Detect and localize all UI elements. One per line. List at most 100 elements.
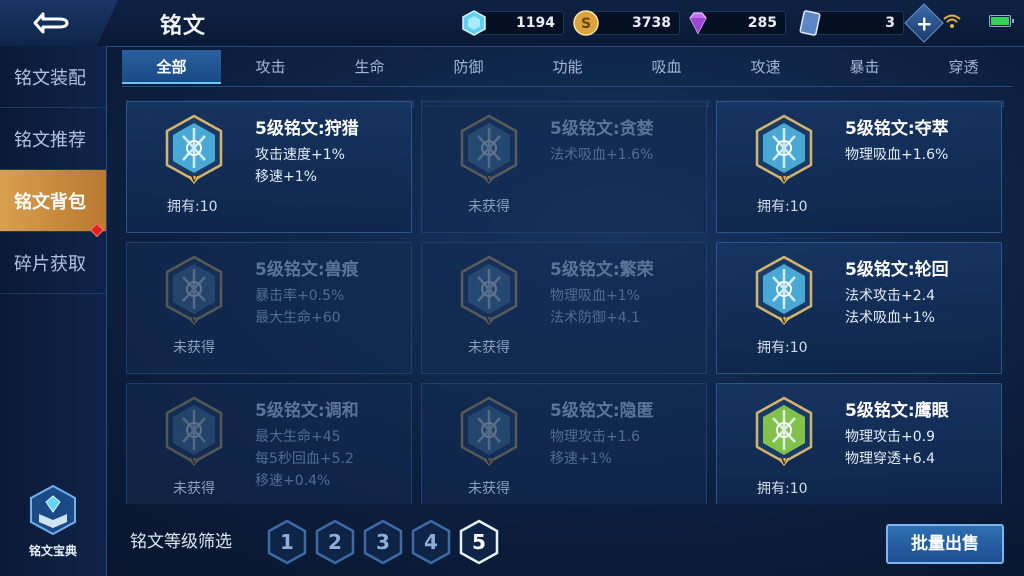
inscription-name: 5级铭文:轮回 [845, 260, 949, 280]
inscription-name: 5级铭文:贪婪 [550, 119, 654, 139]
not-obtained-label: 未获得 [468, 481, 510, 497]
bulk-sell-button[interactable]: 批量出售 [886, 524, 1004, 564]
owned-count: 拥有:10 [757, 340, 808, 356]
sidebar-item-label: 碎片获取 [14, 253, 86, 275]
inscription-card[interactable]: V 5级铭文:夺萃物理吸血+1.6% 拥有:10 [716, 101, 1002, 233]
wifi-icon [943, 14, 961, 28]
gem-level-mark: V [190, 174, 198, 184]
tab-all[interactable]: 全部 [122, 50, 221, 84]
inscription-attribute: 最大生命+45 [255, 429, 341, 445]
tab-utility[interactable]: 功能 [518, 50, 617, 84]
inscription-card[interactable]: V 5级铭文:狩猎攻击速度+1% 移速+1% 拥有:10 [126, 101, 412, 233]
gem-level-mark: V [780, 174, 788, 184]
inscription-attribute: 每5秒回血+5.2 [255, 451, 354, 467]
gem-level-mark: V [485, 456, 493, 466]
not-obtained-label: 未获得 [173, 340, 215, 356]
owned-count: 拥有:10 [167, 199, 218, 215]
inscription-attribute: 物理攻击+0.9 [845, 429, 935, 445]
add-resource-button[interactable]: + [904, 3, 944, 43]
inscription-attribute: 攻击速度+1% [255, 147, 345, 163]
codex-label: 铭文宝典 [28, 544, 77, 558]
page-title: 铭文 [160, 14, 207, 39]
tab-penetration[interactable]: 穿透 [914, 50, 1013, 84]
gold-coin-icon: S [573, 10, 599, 36]
inscription-gem-icon: V [755, 255, 813, 325]
inscription-card[interactable]: V 5级铭文:调和最大生命+45 每5秒回血+5.2 移速+0.4% 未获得 [126, 383, 412, 504]
inscription-name: 5级铭文:兽痕 [255, 260, 359, 280]
inscription-attribute: 移速+1% [255, 169, 317, 185]
inscription-attribute: 物理吸血+1.6% [845, 147, 949, 163]
level-filter-2[interactable]: 2 [314, 518, 356, 566]
level-filter-5[interactable]: 5 [458, 518, 500, 566]
back-arrow-icon [33, 12, 69, 34]
resource-diamond: 285 [684, 9, 786, 37]
inscription-name: 5级铭文:狩猎 [255, 119, 359, 139]
level-filter-4[interactable]: 4 [410, 518, 452, 566]
sidebar-item-label: 铭文推荐 [14, 129, 86, 151]
inscription-attribute: 法术攻击+2.4 [845, 288, 935, 304]
inscription-card[interactable]: V 5级铭文:兽痕 暴击率+0.5% 最大生命+60 未获得 [126, 242, 412, 374]
category-tabs: 全部 攻击 生命 防御 功能 吸血 攻速 暴击 穿透 [122, 50, 1022, 84]
top-bar: 铭文 1194 S 3738 285 3 + [0, 0, 1024, 47]
tab-attack-speed[interactable]: 攻速 [716, 50, 815, 84]
inscription-name: 5级铭文:调和 [255, 401, 359, 421]
tab-health[interactable]: 生命 [320, 50, 419, 84]
inscription-attribute: 移速+1% [550, 451, 612, 467]
inscription-name: 5级铭文:鹰眼 [845, 401, 949, 421]
level-filter-label: 3 [376, 530, 390, 554]
resource-ticket: 3 + [796, 3, 944, 43]
inscription-gem-icon: V [165, 255, 223, 325]
sidebar-item-label: 铭文装配 [14, 67, 86, 89]
gem-level-mark: V [190, 456, 198, 466]
sidebar-item-equip[interactable]: 铭文装配 [0, 46, 106, 108]
inscription-card[interactable]: V 5级铭文:繁荣 物理吸血+1% 法术防御+4.1 未获得 [421, 242, 707, 374]
gem-level-mark: V [485, 174, 493, 184]
gem-level-mark: V [485, 315, 493, 325]
owned-count: 拥有:10 [757, 199, 808, 215]
inscription-attribute: 法术防御+4.1 [550, 310, 640, 326]
sidebar-item-recommend[interactable]: 铭文推荐 [0, 108, 106, 170]
resource-crystal: 1194 [460, 9, 564, 37]
inscription-name: 5级铭文:隐匿 [550, 401, 654, 421]
level-filter-label: 2 [328, 530, 342, 554]
owned-count: 拥有:10 [757, 481, 808, 497]
sidebar-item-label: 铭文背包 [14, 191, 86, 213]
inscription-attribute: 法术吸血+1% [845, 310, 935, 326]
inscription-gem-icon: V [460, 255, 518, 325]
inscription-card[interactable]: V 5级铭文:贪婪 法术吸血+1.6% 未获得 [421, 101, 707, 233]
inscription-card[interactable]: V 5级铭文:隐匿物理攻击+1.6 移速+1% 未获得 [421, 383, 707, 504]
sidebar-item-fragments[interactable]: 碎片获取 [0, 232, 106, 294]
inscription-gem-icon: V [755, 114, 813, 184]
inscription-name: 5级铭文:夺萃 [845, 119, 949, 139]
inscription-gem-icon: V [165, 396, 223, 466]
tab-crit[interactable]: 暴击 [815, 50, 914, 84]
ticket-card-icon [799, 10, 821, 36]
inscription-attribute: 移速+0.4% [255, 473, 331, 489]
svg-text:S: S [581, 16, 591, 32]
gem-level-mark: V [780, 315, 788, 325]
codex-button[interactable]: 铭文宝典 [16, 484, 90, 560]
plus-icon: + [915, 10, 933, 35]
inscription-attribute: 物理攻击+1.6 [550, 429, 640, 445]
level-filter-label: 铭文等级筛选 [130, 532, 232, 552]
inscription-attribute: 物理穿透+6.4 [845, 451, 935, 467]
level-filter-3[interactable]: 3 [362, 518, 404, 566]
resource-gold: S 3738 [572, 9, 680, 37]
tab-attack[interactable]: 攻击 [221, 50, 320, 84]
tab-divider [122, 86, 1012, 87]
not-obtained-label: 未获得 [173, 481, 215, 497]
inscription-gem-icon: V [755, 396, 813, 466]
inscription-grid[interactable]: V 5级铭文:狩猎 攻击速度+1% 移速+1% 拥有:10 V 5级铭文:贪婪 法术吸血+1.… [126, 100, 1004, 504]
level-filter-1[interactable]: 1 [266, 518, 308, 566]
inscription-attribute: 暴击率+0.5% [255, 288, 345, 304]
inscription-name: 5级铭文:繁荣 [550, 260, 654, 280]
inscription-card[interactable]: V 5级铭文:轮回法术攻击+2.4 法术吸血+1% 拥有:10 [716, 242, 1002, 374]
inscription-card[interactable]: V 5级铭文:鹰眼物理攻击+0.9 物理穿透+6.4 拥有:10 [716, 383, 1002, 504]
sidebar-item-backpack[interactable]: 铭文背包 [0, 170, 106, 238]
level-filter-label: 5 [472, 530, 486, 554]
inscription-gem-icon: V [165, 114, 223, 184]
tab-defense[interactable]: 防御 [419, 50, 518, 84]
not-obtained-label: 未获得 [468, 340, 510, 356]
back-button[interactable] [0, 0, 118, 46]
tab-lifesteal[interactable]: 吸血 [617, 50, 716, 84]
